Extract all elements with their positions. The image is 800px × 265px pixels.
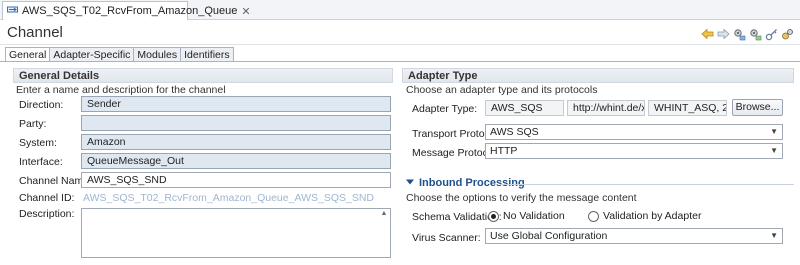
virus-scanner-select[interactable]: Use Global Configuration ▼ bbox=[485, 228, 783, 244]
adapter-type-header: Adapter Type bbox=[402, 68, 794, 83]
radio-validation-by-adapter[interactable]: Validation by Adapter bbox=[588, 210, 701, 222]
editor-tab-title: AWS_SQS_T02_RcvFrom_Amazon_Queue bbox=[22, 5, 238, 17]
message-protocol-select[interactable]: HTTP ▼ bbox=[485, 143, 783, 159]
tab-modules[interactable]: Modules bbox=[133, 47, 182, 62]
inbound-processing-title: Inbound Processing bbox=[419, 177, 525, 189]
general-details-description: Enter a name and description for the cha… bbox=[16, 84, 226, 96]
radio-no-validation-label: No Validation bbox=[503, 210, 565, 222]
virus-scanner-label: Virus Scanner: bbox=[412, 232, 481, 244]
settings-icon[interactable] bbox=[748, 27, 762, 41]
tabs-divider bbox=[0, 61, 800, 62]
system-field[interactable]: Amazon bbox=[81, 134, 391, 150]
channel-id-value: AWS_SQS_T02_RcvFrom_Amazon_Queue_AWS_SQS… bbox=[83, 192, 375, 204]
virus-scanner-value: Use Global Configuration bbox=[490, 230, 608, 242]
header-divider bbox=[0, 44, 800, 45]
system-label: System: bbox=[19, 137, 57, 149]
editor-tab[interactable]: AWS_SQS_T02_RcvFrom_Amazon_Queue ✕ bbox=[2, 1, 251, 20]
radio-no-validation[interactable]: No Validation bbox=[488, 210, 565, 222]
message-protocol-value: HTTP bbox=[490, 145, 518, 157]
back-arrow-icon[interactable] bbox=[700, 27, 714, 41]
tab-adapter-specific[interactable]: Adapter-Specific bbox=[49, 47, 135, 62]
party-label: Party: bbox=[19, 118, 47, 130]
radio-button bbox=[588, 210, 599, 222]
direction-label: Direction: bbox=[19, 99, 64, 111]
description-textarea[interactable]: ▲ bbox=[81, 208, 391, 258]
transport-protocol-value: AWS SQS bbox=[490, 126, 539, 138]
adapter-type-label: Adapter Type: bbox=[412, 103, 478, 115]
tab-general[interactable]: General bbox=[5, 47, 51, 62]
settings-icon[interactable] bbox=[732, 27, 746, 41]
tab-identifiers[interactable]: Identifiers bbox=[180, 47, 234, 62]
party-field[interactable] bbox=[81, 115, 391, 131]
radio-validation-by-adapter-label: Validation by Adapter bbox=[603, 210, 702, 222]
interface-field[interactable]: QueueMessage_Out bbox=[81, 153, 391, 169]
gears-icon[interactable] bbox=[780, 27, 794, 41]
channel-icon bbox=[7, 4, 18, 18]
radio-button-selected bbox=[488, 210, 499, 222]
interface-label: Interface: bbox=[19, 156, 63, 168]
general-details-header: General Details bbox=[13, 68, 393, 83]
page-title: Channel bbox=[7, 24, 63, 41]
browse-button[interactable]: Browse... bbox=[732, 99, 783, 116]
scroll-up-icon[interactable]: ▲ bbox=[379, 210, 389, 220]
channel-tabs: General Adapter-Specific Modules Identif… bbox=[5, 47, 234, 62]
channel-id-label: Channel ID: bbox=[19, 192, 75, 204]
inbound-processing-description: Choose the options to verify the message… bbox=[406, 192, 637, 204]
collapse-triangle-icon bbox=[406, 177, 414, 189]
chevron-down-icon: ▼ bbox=[770, 127, 778, 136]
direction-field[interactable]: Sender bbox=[81, 96, 391, 112]
chevron-down-icon: ▼ bbox=[770, 146, 778, 155]
close-icon[interactable]: ✕ bbox=[241, 5, 250, 18]
adapter-type-name-field[interactable]: AWS_SQS bbox=[485, 100, 564, 116]
adapter-sw-component-field[interactable]: WHINT_ASQ, 2016. bbox=[648, 100, 727, 116]
description-label: Description: bbox=[19, 208, 75, 220]
adapter-type-description: Choose an adapter type and its protocols bbox=[406, 84, 598, 96]
channel-name-field[interactable]: AWS_SQS_SND bbox=[81, 172, 391, 188]
transport-protocol-select[interactable]: AWS SQS ▼ bbox=[485, 124, 783, 140]
inbound-divider bbox=[500, 184, 794, 185]
inbound-processing-toggle[interactable]: Inbound Processing bbox=[406, 177, 525, 189]
adapter-namespace-field[interactable]: http://whint.de/xi/a bbox=[567, 100, 645, 116]
forward-arrow-icon[interactable] bbox=[716, 27, 730, 41]
chevron-down-icon: ▼ bbox=[770, 231, 778, 240]
key-icon[interactable] bbox=[764, 27, 778, 41]
